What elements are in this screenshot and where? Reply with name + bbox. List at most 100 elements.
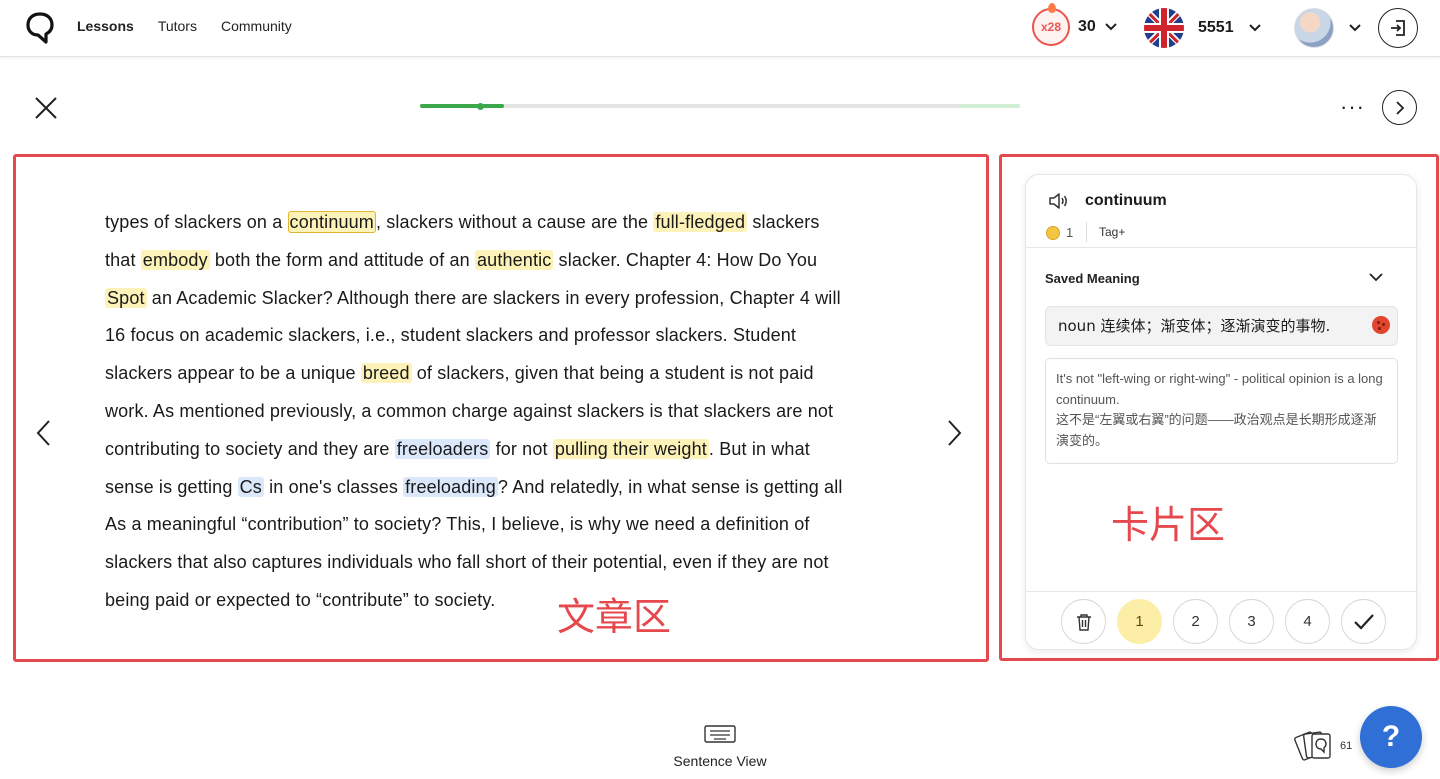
chevron-down-icon [1105, 23, 1117, 31]
article-text-segment: being paid or expected to “contribute” t… [105, 589, 496, 610]
divider [1026, 247, 1418, 248]
dictionary-source-icon[interactable] [1372, 316, 1390, 334]
article-text-segment: contributing to society and they are [105, 438, 395, 459]
article-line: types of slackers on a continuum, slacke… [105, 204, 895, 242]
logout-icon [1391, 20, 1405, 36]
article-line: sense is getting Cs in one's classes fre… [105, 469, 895, 507]
profile-menu[interactable] [1294, 8, 1362, 48]
nav-link-lessons[interactable]: Lessons [77, 18, 134, 34]
top-navigation: Lessons Tutors Community x28 30 5551 [0, 0, 1440, 57]
add-tag-button[interactable]: Tag+ [1099, 225, 1125, 239]
trash-icon [1076, 613, 1091, 631]
article-text-segment: an Academic Slacker? Although there are … [146, 287, 841, 308]
avatar [1294, 8, 1334, 48]
word-card: continuum 1 Tag+ Saved Meaning noun 连续体；… [1025, 174, 1418, 650]
article-line: slackers appear to be a unique breed of … [105, 355, 895, 393]
status-2-button[interactable]: 2 [1173, 599, 1218, 644]
article-text-segment: both the form and attitude of an [209, 249, 475, 270]
next-page-button[interactable] [1382, 90, 1417, 125]
known-word-highlight[interactable]: breed [360, 363, 412, 384]
delete-word-button[interactable] [1061, 599, 1106, 644]
example-english: It's not "left-wing or right-wing" - pol… [1056, 371, 1383, 407]
new-word-highlight[interactable]: freeloading [403, 476, 498, 497]
article-text-segment: ? And relatedly, in what sense is gettin… [497, 476, 843, 497]
known-word-highlight[interactable]: Spot [105, 287, 147, 308]
article-text-segment: for not [490, 438, 553, 459]
sentence-view-icon [704, 725, 736, 743]
lingq-logo-icon[interactable] [26, 12, 54, 44]
status-3-button[interactable]: 3 [1229, 599, 1274, 644]
article-text-segment: types of slackers on a [105, 212, 288, 232]
sentence-view-button[interactable]: Sentence View [660, 725, 780, 769]
status-1-button[interactable]: 1 [1117, 599, 1162, 644]
status-4-button[interactable]: 4 [1285, 599, 1330, 644]
article-line: As a meaningful “contribution” to societ… [105, 506, 895, 544]
article-text-segment: work. As mentioned previously, a common … [105, 400, 834, 421]
word-level-value: 1 [1066, 225, 1074, 240]
chevron-down-icon [1248, 24, 1261, 32]
article-line: 16 focus on academic slackers, i.e., stu… [105, 317, 895, 355]
level-coin-icon [1046, 225, 1060, 240]
chevron-down-icon [1349, 24, 1361, 32]
help-button[interactable]: ? [1360, 706, 1422, 768]
article-text-segment: of slackers, given that being a student … [411, 363, 814, 384]
word-status-rating: 1 2 3 4 [1061, 599, 1386, 644]
previous-page-arrow-icon[interactable] [34, 418, 54, 448]
known-word-highlight[interactable]: pulling their weight [552, 438, 709, 459]
streak-multiplier: x28 [1040, 20, 1062, 34]
article-text-segment: that [105, 249, 141, 270]
next-page-arrow-icon[interactable] [944, 418, 964, 448]
new-word-highlight[interactable]: Cs [237, 476, 264, 497]
article-line: being paid or expected to “contribute” t… [105, 582, 895, 620]
more-options-button[interactable]: ··· [1340, 94, 1365, 120]
article-text-segment: As a meaningful “contribution” to societ… [105, 514, 810, 535]
chevron-down-icon[interactable] [1368, 271, 1384, 283]
known-word-highlight[interactable]: embody [140, 249, 210, 270]
article-text-segment: slackers appear to be a unique [105, 363, 361, 384]
article-text-segment: , slackers without a cause are the [375, 212, 654, 232]
article-text-segment: 16 focus on academic slackers, i.e., stu… [105, 325, 797, 346]
lesson-progress-end [960, 104, 1020, 108]
speaker-icon[interactable] [1048, 192, 1070, 210]
article-text-segment: . But in what [708, 438, 810, 459]
article-text-segment: in one's classes [263, 476, 404, 497]
article-zone-label: 文章区 [557, 597, 672, 639]
nav-link-community[interactable]: Community [221, 18, 292, 34]
article-text-segment: slackers [747, 212, 820, 232]
article-line: Spot an Academic Slacker? Although there… [105, 280, 895, 318]
article-text-segment: sense is getting [105, 476, 238, 497]
language-menu[interactable]: 5551 [1144, 8, 1262, 48]
flashcards-icon[interactable] [1294, 728, 1336, 764]
meaning-field[interactable]: noun 连续体；渐变体；逐渐演变的事物. [1045, 306, 1398, 346]
sentence-view-label: Sentence View [673, 753, 767, 769]
known-word-highlight[interactable]: continuum [287, 211, 376, 233]
lesson-progress-marker [477, 102, 484, 110]
divider [1086, 222, 1087, 242]
article-text-segment: slackers that also captures individuals … [105, 552, 829, 573]
checkmark-icon [1353, 613, 1374, 630]
streak-fire-icon: x28 [1032, 3, 1070, 46]
example-sentence-field[interactable]: It's not "left-wing or right-wing" - pol… [1045, 358, 1398, 464]
streak-menu[interactable]: x28 30 [1032, 3, 1118, 46]
close-lesson-icon[interactable] [33, 95, 59, 121]
article-text-segment: slacker. Chapter 4: How Do You [553, 249, 818, 270]
word-level: 1 [1046, 225, 1073, 240]
lesson-progress-bar [420, 102, 1020, 110]
article-line: contributing to society and they are fre… [105, 431, 895, 469]
new-word-highlight[interactable]: freeloaders [394, 438, 491, 459]
nav-link-tutors[interactable]: Tutors [158, 18, 197, 34]
article-line: that embody both the form and attitude o… [105, 242, 895, 280]
article-text: types of slackers on a continuum, slacke… [105, 204, 895, 620]
divider [1026, 591, 1418, 592]
card-word: continuum [1085, 192, 1167, 209]
flashcard-count: 61 [1340, 740, 1353, 752]
known-word-highlight[interactable]: authentic [475, 249, 554, 270]
card-zone-label: 卡片区 [1111, 505, 1226, 547]
article-line: slackers that also captures individuals … [105, 544, 895, 582]
chevron-right-icon [1395, 100, 1404, 115]
known-button[interactable] [1341, 599, 1386, 644]
logout-button[interactable] [1378, 8, 1418, 48]
streak-count: 30 [1078, 18, 1096, 35]
known-word-highlight[interactable]: full-fledged [653, 212, 748, 232]
coin-count: 5551 [1198, 19, 1234, 36]
